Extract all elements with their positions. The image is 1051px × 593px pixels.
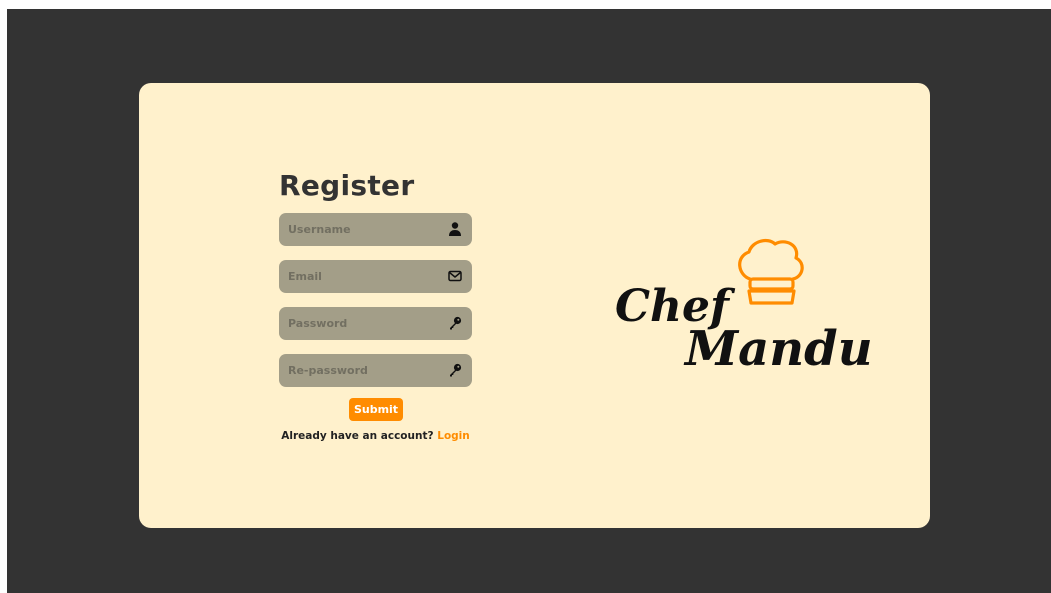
email-field[interactable] xyxy=(279,260,472,293)
login-prompt: Already have an account? Login xyxy=(279,430,472,442)
key-icon xyxy=(450,316,462,330)
logo-text-mandu: Mandu xyxy=(683,321,873,377)
password-input[interactable] xyxy=(279,307,439,340)
envelope-icon xyxy=(448,270,462,282)
username-field[interactable] xyxy=(279,213,472,246)
username-input[interactable] xyxy=(279,213,439,246)
password-field[interactable] xyxy=(279,307,472,340)
email-input[interactable] xyxy=(279,260,439,293)
page-background: Register Username Email Submit Already h… xyxy=(7,9,1051,593)
key-icon xyxy=(450,363,462,377)
login-prompt-text: Already have an account? xyxy=(281,430,434,442)
repassword-field[interactable] xyxy=(279,354,472,387)
page-title: Register xyxy=(279,169,415,202)
chef-hat-icon xyxy=(738,238,804,305)
submit-button[interactable]: Submit xyxy=(349,398,403,421)
login-link[interactable]: Login xyxy=(437,430,470,442)
repassword-input[interactable] xyxy=(279,354,439,387)
register-card: Register Username Email Submit Already h… xyxy=(139,83,930,528)
chef-mandu-logo: Chef Mandu xyxy=(615,238,873,377)
user-icon xyxy=(449,222,461,236)
